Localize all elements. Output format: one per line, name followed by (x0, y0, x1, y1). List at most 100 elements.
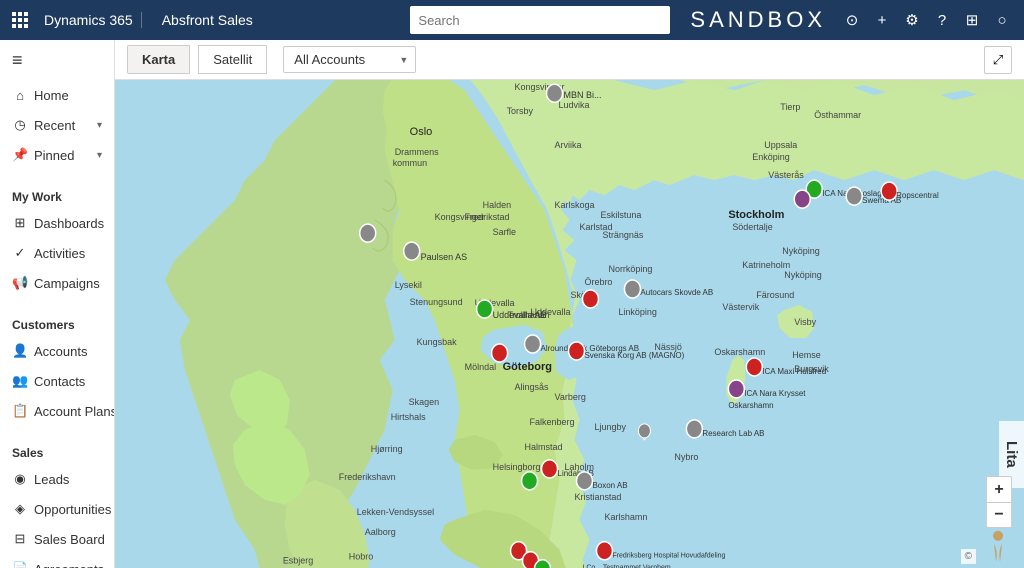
svg-text:Uddevalla AB: Uddevalla AB (493, 310, 547, 320)
sidebar-item-campaigns-label: Campaigns (34, 276, 100, 291)
svg-text:Hjørring: Hjørring (371, 444, 403, 454)
sidebar-item-agreements-label: Agreements (34, 562, 104, 568)
svg-text:Lekken-Vendsyssel: Lekken-Vendsyssel (357, 507, 434, 517)
svg-text:Uppsala: Uppsala (764, 140, 797, 150)
section-mywork: My Work (0, 182, 114, 208)
sidebar-item-activities-label: Activities (34, 246, 85, 261)
section-sales: Sales (0, 438, 114, 464)
svg-text:Örebro: Örebro (584, 277, 612, 287)
svg-text:Falkenberg: Falkenberg (530, 417, 575, 427)
sidebar-item-pinned[interactable]: 📌 Pinned ▾ (0, 140, 114, 170)
sidebar-item-leads-label: Leads (34, 472, 69, 487)
sidebar-item-contacts-label: Contacts (34, 374, 85, 389)
search-input[interactable] (410, 6, 670, 34)
zoom-out-button[interactable]: − (986, 502, 1012, 528)
svg-text:Lysekil: Lysekil (395, 280, 422, 290)
dashboards-icon: ⊞ (12, 215, 28, 231)
sidebar-item-home[interactable]: ⌂ Home (0, 81, 114, 110)
svg-text:Hobro: Hobro (349, 552, 373, 562)
map-tab-karta[interactable]: Karta (127, 45, 190, 74)
sidebar-item-sales-board[interactable]: ⊟ Sales Board (0, 524, 114, 554)
svg-text:MBN Bi...: MBN Bi... (564, 90, 602, 100)
sidebar-item-campaigns[interactable]: 📢 Campaigns (0, 268, 114, 298)
activities-icon: ✓ (12, 245, 28, 261)
map-area[interactable]: Karta Satellit All Accounts My Accounts … (115, 40, 1024, 568)
svg-text:Östhammar: Östhammar (814, 110, 861, 120)
svg-text:Kongsvinger: Kongsvinger (435, 212, 485, 222)
svg-text:Södertalje: Södertalje (732, 222, 772, 232)
sidebar-item-accounts[interactable]: 👤 Accounts (0, 336, 114, 366)
svg-text:Västervik: Västervik (722, 302, 759, 312)
sidebar-item-dashboards[interactable]: ⊞ Dashboards (0, 208, 114, 238)
svg-text:Eskilstuna: Eskilstuna (600, 210, 641, 220)
svg-text:Hirtshals: Hirtshals (391, 412, 426, 422)
sidebar-item-agreements[interactable]: 📄 Agreements (0, 554, 114, 568)
sidebar-item-accounts-label: Accounts (34, 344, 87, 359)
sidebar: ≡ ⌂ Home ◷ Recent ▾ 📌 Pinned ▾ My Work ⊞… (0, 40, 115, 568)
app-grid-icon[interactable] (8, 8, 32, 32)
svg-text:Esbjerg: Esbjerg (283, 556, 313, 566)
sidebar-item-contacts[interactable]: 👥 Contacts (0, 366, 114, 396)
help-icon[interactable]: ? (928, 6, 956, 34)
svg-text:Oskarshamn: Oskarshamn (714, 347, 765, 357)
svg-text:Paulsen AS: Paulsen AS (421, 252, 467, 262)
section-customers: Customers (0, 310, 114, 336)
sidebar-item-account-plans-label: Account Plans (34, 404, 115, 419)
campaigns-icon: 📢 (12, 275, 28, 291)
svg-text:Stenungsund: Stenungsund (410, 297, 463, 307)
svg-text:Strängnäs: Strängnäs (602, 230, 643, 240)
map-canvas: Oslo Drammens kommun Stockholm Södertalj… (115, 80, 1024, 568)
settings-icon[interactable]: ⚙ (898, 6, 926, 34)
svg-text:Göteborg: Göteborg (503, 361, 552, 373)
fullscreen-button[interactable]: ⤢ (984, 46, 1012, 74)
svg-text:Halden: Halden (483, 200, 511, 210)
svg-text:ICA Maxi Hulsfred: ICA Maxi Hulsfred (762, 367, 826, 376)
topbar-icons: ⊙ + ⚙ ? ⊞ ○ (838, 6, 1016, 34)
zoom-in-button[interactable]: + (986, 476, 1012, 502)
sidebar-item-activities[interactable]: ✓ Activities (0, 238, 114, 268)
svg-text:Ljungby: Ljungby (594, 422, 626, 432)
sidebar-item-home-label: Home (34, 88, 69, 103)
sidebar-item-recent[interactable]: ◷ Recent ▾ (0, 110, 114, 140)
main-content: ≡ ⌂ Home ◷ Recent ▾ 📌 Pinned ▾ My Work ⊞… (0, 40, 1024, 568)
svg-text:Research Lab AB: Research Lab AB (702, 429, 764, 438)
hamburger-button[interactable]: ≡ (0, 40, 114, 81)
map-tab-satellit[interactable]: Satellit (198, 45, 267, 74)
svg-text:Svenska Korg AB (MAGNO): Svenska Korg AB (MAGNO) (584, 351, 684, 360)
svg-text:Oslo: Oslo (410, 126, 433, 138)
accounts-dropdown[interactable]: All Accounts My Accounts Active Accounts (283, 46, 416, 73)
leads-icon: ◉ (12, 471, 28, 487)
svg-text:Norrköping: Norrköping (608, 264, 652, 274)
svg-text:Fredriksberg Hospital Hovudafd: Fredriksberg Hospital Hovudafdeling (612, 553, 725, 560)
sidebar-item-dashboards-label: Dashboards (34, 216, 104, 231)
location-icon[interactable]: ⊙ (838, 6, 866, 34)
sidebar-item-account-plans[interactable]: 📋 Account Plans (0, 396, 114, 426)
remote-icon[interactable]: ⊞ (958, 6, 986, 34)
svg-text:Linköping: Linköping (618, 307, 656, 317)
svg-text:Karlskoga: Karlskoga (555, 200, 595, 210)
svg-text:Aalborg: Aalborg (365, 527, 396, 537)
svg-text:Enköping: Enköping (752, 152, 789, 162)
app-name: Dynamics 365 (36, 12, 142, 28)
map-attribution: © (961, 549, 976, 564)
sidebar-item-opportunities-label: Opportunities (34, 502, 111, 517)
svg-text:kommun: kommun (393, 158, 427, 168)
sidebar-item-opportunities[interactable]: ◈ Opportunities (0, 494, 114, 524)
svg-text:Autocars Skovde AB: Autocars Skovde AB (640, 288, 713, 297)
map-toolbar: Karta Satellit All Accounts My Accounts … (115, 40, 1024, 80)
svg-text:Skagen: Skagen (409, 397, 439, 407)
accounts-icon: 👤 (12, 343, 28, 359)
svg-text:Helsingborg: Helsingborg (493, 462, 541, 472)
svg-text:Hemse: Hemse (792, 350, 820, 360)
svg-text:Varberg: Varberg (555, 392, 586, 402)
svg-text:Ropscentral: Ropscentral (896, 191, 939, 200)
sidebar-item-leads[interactable]: ◉ Leads (0, 464, 114, 494)
map-dropdown-wrapper: All Accounts My Accounts Active Accounts (275, 46, 416, 73)
add-icon[interactable]: + (868, 6, 896, 34)
profile-icon[interactable]: ○ (988, 6, 1016, 34)
svg-text:Katrineholm: Katrineholm (742, 260, 790, 270)
svg-text:Nyköping: Nyköping (782, 246, 819, 256)
svg-text:Kungsbak: Kungsbak (417, 337, 457, 347)
recent-arrow: ▾ (97, 120, 102, 131)
svg-text:Oskarshamn: Oskarshamn (728, 401, 773, 410)
